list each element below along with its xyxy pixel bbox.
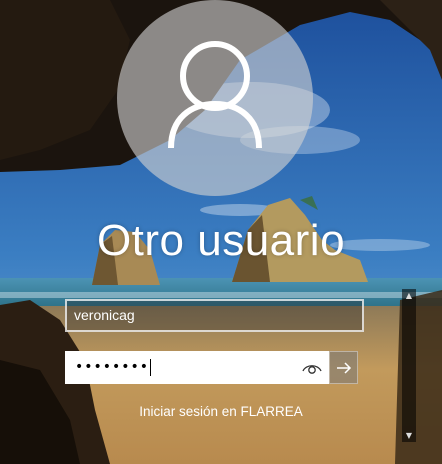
scroll-thumb[interactable] bbox=[405, 303, 413, 397]
chevron-down-icon[interactable]: ▼ bbox=[402, 429, 416, 442]
vertical-scrollbar[interactable]: ▲ ▼ bbox=[402, 289, 416, 442]
password-row: •••••••• bbox=[65, 351, 361, 384]
eye-icon bbox=[302, 365, 322, 374]
arrow-right-icon bbox=[337, 362, 352, 374]
reveal-password-button[interactable] bbox=[301, 359, 323, 377]
signin-domain-label: Iniciar sesión en FLARREA bbox=[139, 404, 303, 419]
submit-button[interactable] bbox=[329, 351, 358, 384]
password-mask: •••••••• bbox=[75, 359, 150, 375]
user-avatar-icon bbox=[168, 41, 262, 149]
chevron-up-icon[interactable]: ▲ bbox=[402, 289, 416, 302]
user-avatar bbox=[117, 0, 313, 196]
user-display-name: Otro usuario bbox=[96, 216, 346, 265]
password-mask-wrapper: •••••••• bbox=[75, 353, 152, 382]
password-field[interactable]: •••••••• bbox=[65, 351, 329, 384]
text-caret bbox=[150, 358, 152, 376]
username-field[interactable]: veronicag bbox=[65, 299, 364, 332]
